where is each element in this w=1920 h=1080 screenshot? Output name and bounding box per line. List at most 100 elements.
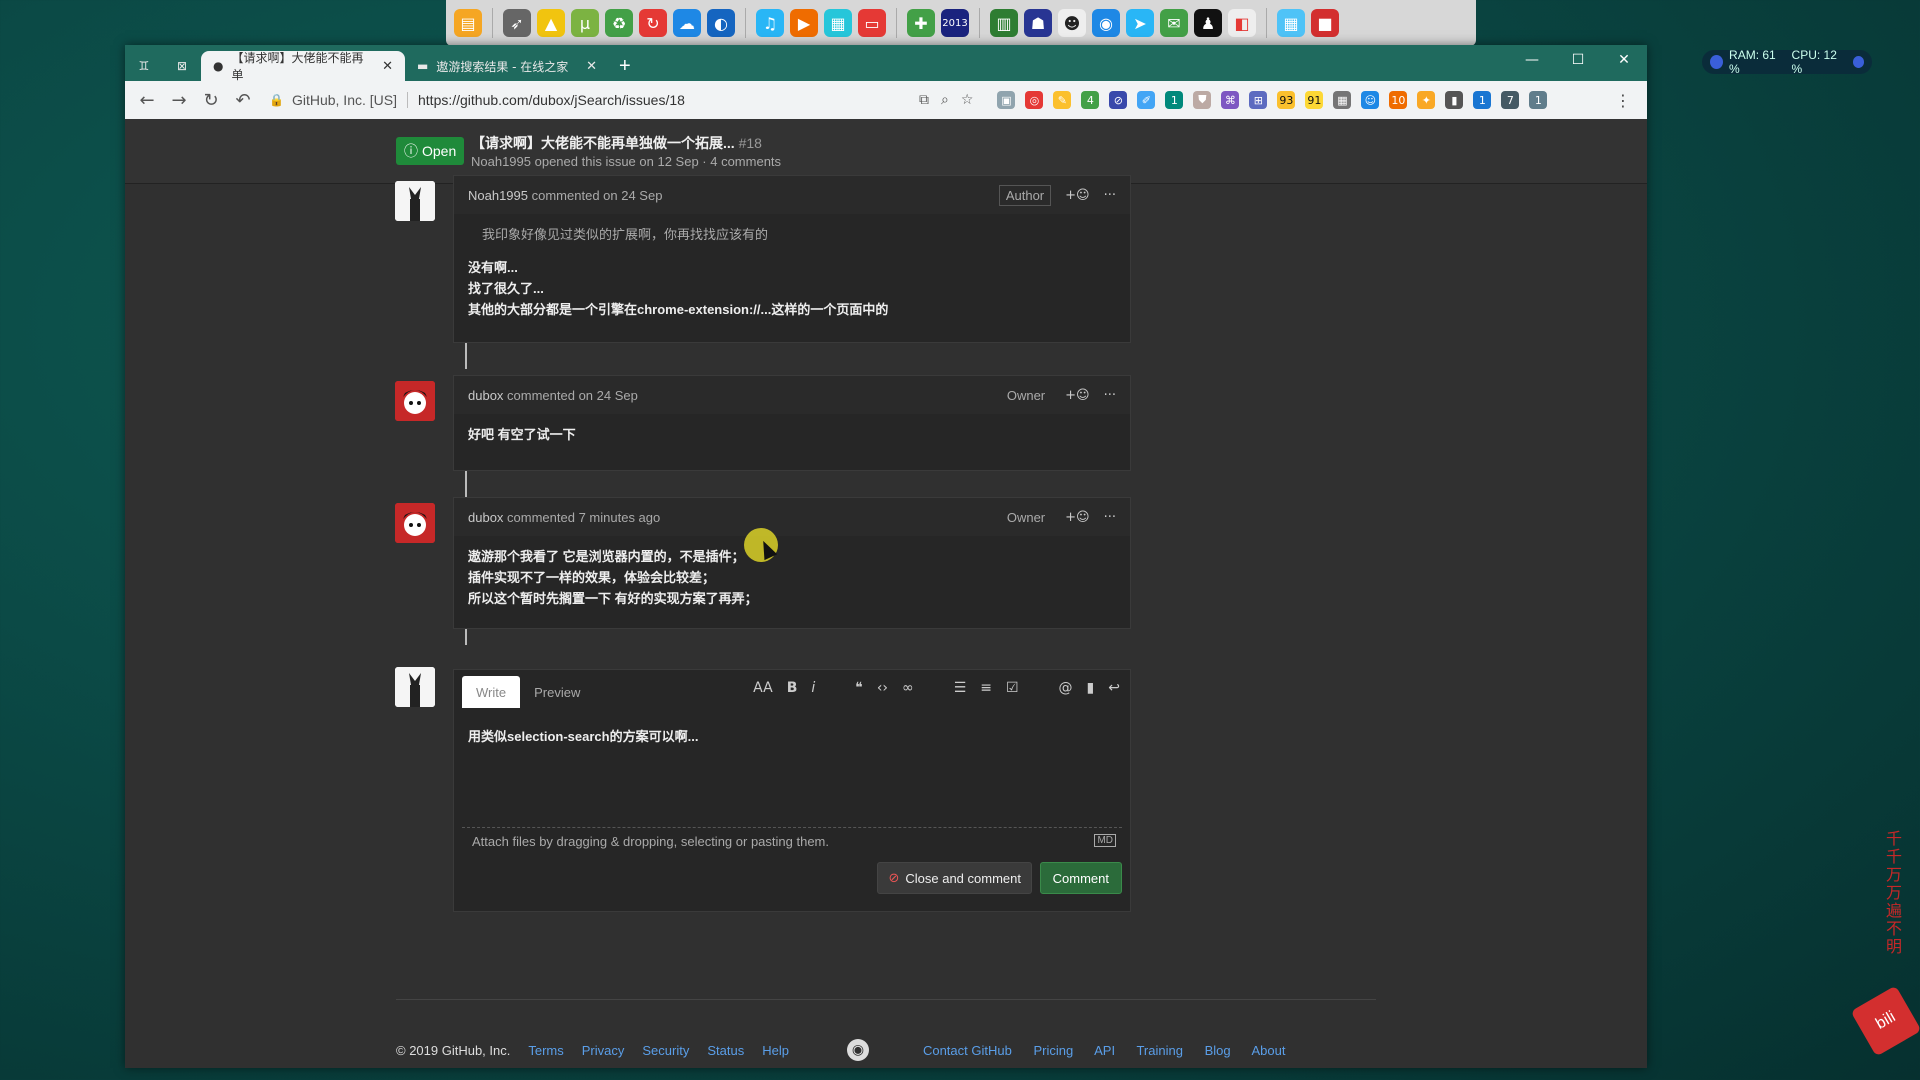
italic-icon[interactable]: i [811,680,815,696]
forward-icon[interactable]: → [163,84,195,116]
close-window-icon[interactable]: ✕ [1601,45,1647,75]
comment-meta[interactable]: commented on 24 Sep [507,388,638,403]
back-icon[interactable]: ← [131,84,163,116]
link-icon[interactable]: ∞ [902,680,914,696]
browser-icon[interactable]: ◐ [707,9,735,37]
shield-icon[interactable]: ⛊ [1193,91,1212,109]
add-reaction-icon[interactable]: +☺ [1065,188,1089,203]
markdown-icon[interactable]: MD [1094,834,1116,847]
extension-badge[interactable]: 1 [1165,91,1184,109]
recycle-icon[interactable]: ♻ [605,9,633,37]
person-icon[interactable]: ☺ [1361,91,1380,109]
video-icon[interactable]: ▶ [790,9,818,37]
footer-link-help[interactable]: Help [762,1043,789,1058]
more-options-icon[interactable]: ··· [1104,188,1116,203]
telegram-icon[interactable]: ➤ [1126,9,1154,37]
reply-icon[interactable]: ↩ [1108,680,1120,696]
task-list-icon[interactable]: ☑ [1006,680,1019,696]
add-reaction-icon[interactable]: +☺ [1065,510,1089,525]
footer-link-security[interactable]: Security [642,1043,689,1058]
tab-search-results[interactable]: ▬ 遨游搜索结果 - 在线之家 ✕ [405,51,609,81]
translate-icon[interactable]: ⧉ [919,92,929,108]
folder-icon[interactable]: ▤ [454,9,482,37]
attach-files-hint[interactable]: Attach files by dragging & dropping, sel… [472,834,829,849]
cloud-icon[interactable]: ☁ [673,9,701,37]
extension-icon[interactable]: ⊞ [1249,91,1268,109]
github-logo-icon[interactable]: ◉ [846,1039,869,1061]
comment-meta[interactable]: commented on 24 Sep [532,188,663,203]
comment-author[interactable]: Noah1995 [468,188,528,203]
extension-icon[interactable]: ✎ [1053,91,1072,109]
clapper-icon[interactable]: ▦ [824,9,852,37]
qq-icon[interactable]: ♟ [1194,9,1222,37]
comment-author[interactable]: dubox [468,510,503,525]
comment-textarea[interactable]: 用类似selection-search的方案可以啊... [462,718,1122,828]
grid-ext-icon[interactable]: ▦ [1333,91,1352,109]
footer-link-pricing[interactable]: Pricing [1033,1043,1073,1058]
minimize-icon[interactable]: — [1509,45,1555,75]
panda-icon[interactable]: ☻ [1058,9,1086,37]
mention-icon[interactable]: @ [1059,680,1073,696]
numbered-list-icon[interactable]: ≡ [980,680,992,696]
omnibox[interactable]: 🔒 GitHub, Inc. [US] https://github.com/d… [269,86,879,114]
office-icon[interactable]: ◧ [1228,9,1256,37]
add-reaction-icon[interactable]: +☺ [1065,388,1089,403]
avatar[interactable] [395,667,435,707]
music-icon[interactable]: ♫ [756,9,784,37]
browser-menu-icon[interactable]: ⋮ [1615,91,1631,110]
star-icon[interactable]: ☆ [961,92,974,108]
drive-icon[interactable]: ▲ [537,9,565,37]
pinned-tab-2[interactable]: ⊠ [163,51,201,81]
close-tab-icon[interactable]: ✕ [382,59,393,74]
zoom-icon[interactable]: ⌕ [941,92,949,108]
maximize-icon[interactable]: ☐ [1555,45,1601,75]
extension-icon[interactable]: ▣ [997,91,1016,109]
weibo-icon[interactable]: ◎ [1025,91,1044,109]
footer-link-contact[interactable]: Contact GitHub [923,1043,1012,1058]
comment-author[interactable]: dubox [468,388,503,403]
close-tab-icon[interactable]: ✕ [586,59,597,74]
extension-badge[interactable]: 4 [1081,91,1100,109]
year-badge-icon[interactable]: 2013 [941,9,969,37]
footer-link-training[interactable]: Training [1136,1043,1182,1058]
heading-icon[interactable]: AA [753,680,773,696]
feather-icon[interactable]: ✐ [1137,91,1156,109]
grid-icon[interactable]: ▥ [990,9,1018,37]
utorrent-icon[interactable]: µ [571,9,599,37]
close-and-comment-button[interactable]: ⊘ Close and comment [877,862,1032,894]
more-options-icon[interactable]: ··· [1104,388,1116,403]
extension-badge[interactable]: 93 [1277,91,1296,109]
red-app-icon[interactable]: ■ [1311,9,1339,37]
tab-write[interactable]: Write [462,676,521,708]
footer-link-api[interactable]: API [1094,1043,1115,1058]
pinned-tab-1[interactable]: ♊ [125,51,163,81]
bold-icon[interactable]: B [787,680,798,696]
block-icon[interactable]: ⊘ [1109,91,1128,109]
avatar[interactable] [395,181,435,221]
avatar[interactable] [395,381,435,421]
bulleted-list-icon[interactable]: ☰ [954,680,967,696]
chrome-icon[interactable]: ◉ [1092,9,1120,37]
puzzle-icon[interactable]: ✦ [1417,91,1436,109]
bookmark-icon[interactable]: ▮ [1087,680,1095,696]
footer-link-about[interactable]: About [1252,1043,1286,1058]
code-icon[interactable]: ‹› [877,680,888,696]
wechat-icon[interactable]: ✉ [1160,9,1188,37]
bookmark-icon[interactable]: ▮ [1445,91,1464,109]
extension-badge[interactable]: 10 [1389,91,1408,109]
footer-link-privacy[interactable]: Privacy [582,1043,625,1058]
rocket-icon[interactable]: ➶ [503,9,531,37]
footer-link-status[interactable]: Status [707,1043,744,1058]
extension-icon[interactable]: ⌘ [1221,91,1240,109]
extension-badge[interactable]: 1 [1529,91,1548,109]
footer-link-blog[interactable]: Blog [1205,1043,1231,1058]
comment-button[interactable]: Comment [1039,862,1122,894]
comment-meta[interactable]: commented 7 minutes ago [507,510,660,525]
avatar[interactable] [395,503,435,543]
ghost-icon[interactable]: ☗ [1024,9,1052,37]
more-options-icon[interactable]: ··· [1104,510,1116,525]
undo-icon[interactable]: ↶ [227,84,259,116]
tab-preview[interactable]: Preview [520,676,594,708]
quote-icon[interactable]: ❝ [855,680,863,696]
tab-github-issue[interactable]: ● 【请求啊】大佬能不能再单 ✕ [201,51,405,82]
